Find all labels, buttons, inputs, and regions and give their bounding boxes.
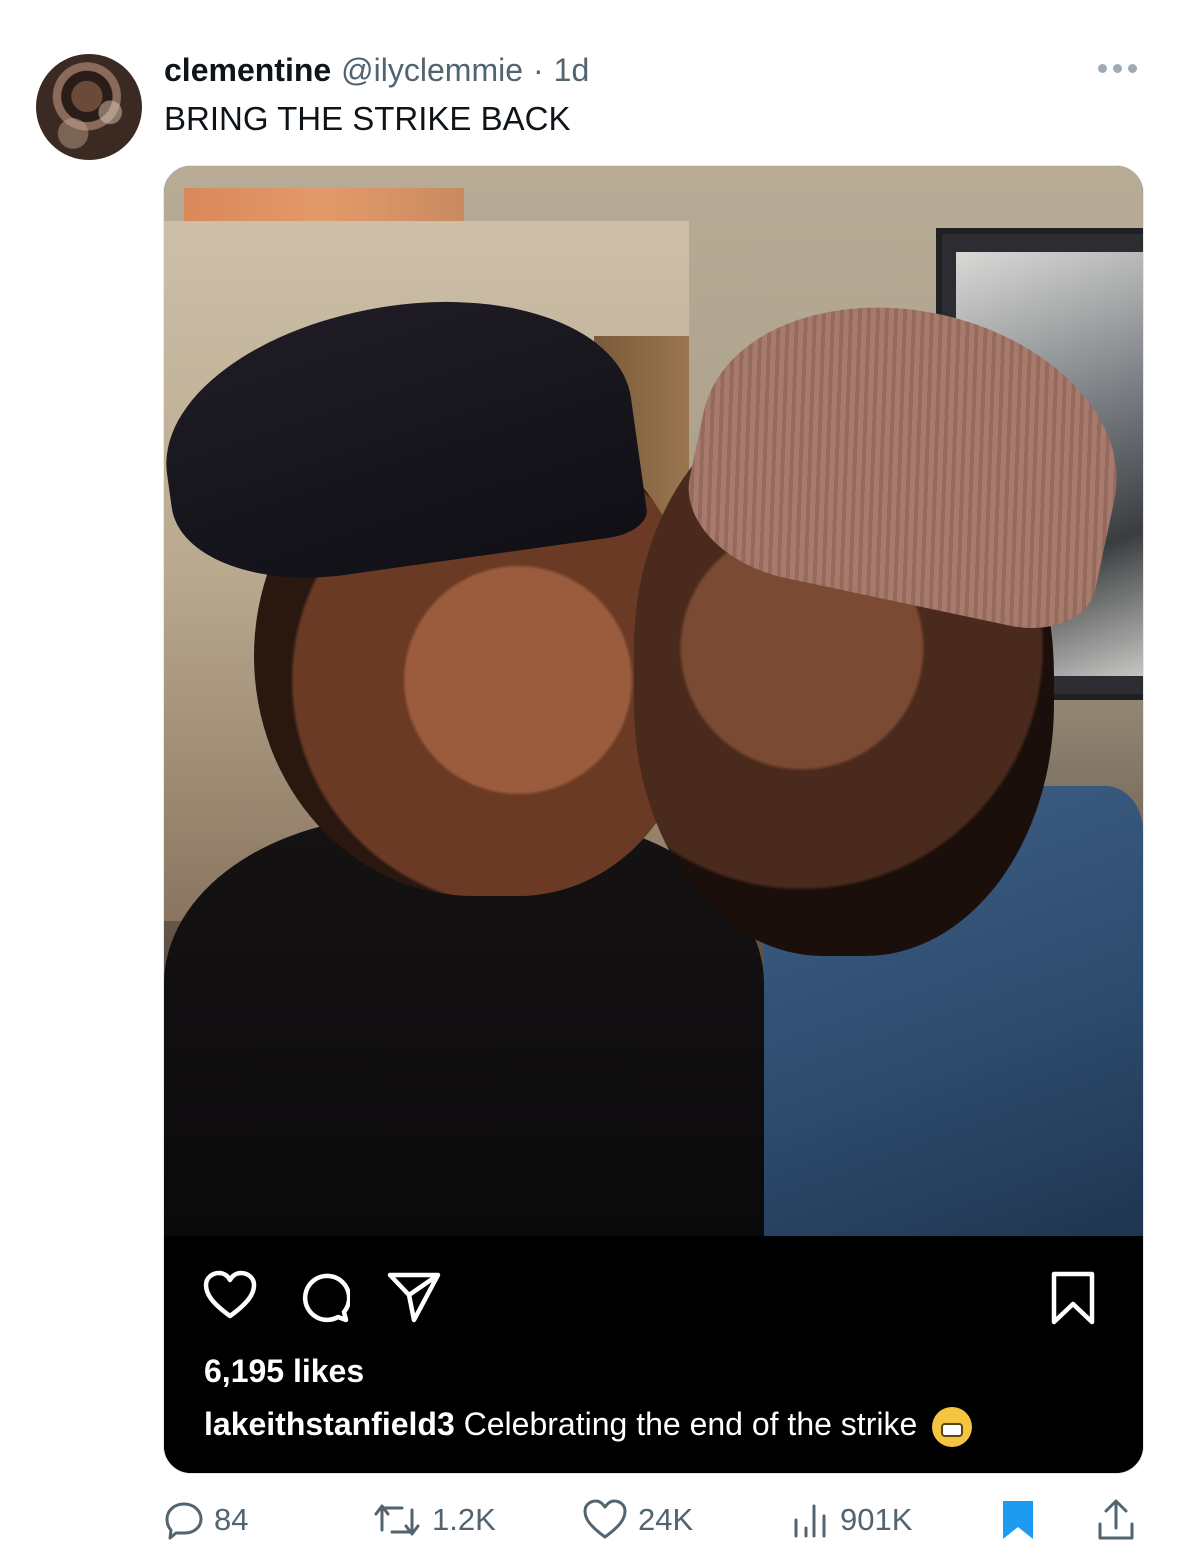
views-count: 901K	[840, 1502, 913, 1537]
caption-username: lakeithstanfield3	[204, 1406, 455, 1442]
reply-count: 84	[214, 1502, 249, 1537]
tweet-text: BRING THE STRIKE BACK	[164, 100, 571, 137]
bookmark-button[interactable]	[1000, 1490, 1036, 1550]
retweet-button[interactable]: 1.2K	[372, 1490, 496, 1550]
views-button[interactable]: 901K	[790, 1490, 912, 1550]
separator: ·	[533, 52, 544, 88]
avatar[interactable]	[36, 54, 142, 160]
caption-text: Celebrating the end of the strike	[463, 1406, 918, 1442]
retweet-icon	[374, 1504, 420, 1536]
instagram-likes: 6,195 likes	[204, 1353, 365, 1389]
comment-icon	[302, 1273, 350, 1323]
share-button[interactable]	[1096, 1490, 1136, 1550]
display-name[interactable]: clementine	[164, 52, 331, 89]
heart-icon	[203, 1270, 257, 1319]
more-options-icon[interactable]	[1098, 64, 1137, 73]
reply-button[interactable]: 84	[164, 1490, 248, 1550]
like-count: 24K	[638, 1502, 694, 1537]
views-icon	[794, 1504, 826, 1538]
tweet-header: clementine @ilyclemmie · 1d	[164, 52, 589, 88]
save-icon	[1051, 1271, 1095, 1325]
like-button[interactable]: 24K	[582, 1490, 693, 1550]
kiss-photo	[164, 166, 1143, 1236]
retweet-count: 1.2K	[432, 1502, 496, 1537]
timestamp[interactable]: 1d	[554, 52, 590, 89]
handle[interactable]: @ilyclemmie	[341, 52, 523, 89]
grimacing-face-icon	[932, 1406, 973, 1447]
tweet-media[interactable]: 6,195 likes lakeithstanfield3 Celebratin…	[163, 165, 1144, 1474]
heart-outline-icon	[583, 1499, 627, 1539]
instagram-caption: lakeithstanfield3 Celebrating the end of…	[204, 1406, 973, 1447]
bookmark-filled-icon	[1003, 1501, 1033, 1539]
upload-icon	[1098, 1499, 1134, 1540]
reply-icon	[165, 1502, 203, 1540]
share-icon	[387, 1272, 441, 1323]
tweet-actions: 84 1.2K 24K 901K	[0, 1490, 1179, 1560]
